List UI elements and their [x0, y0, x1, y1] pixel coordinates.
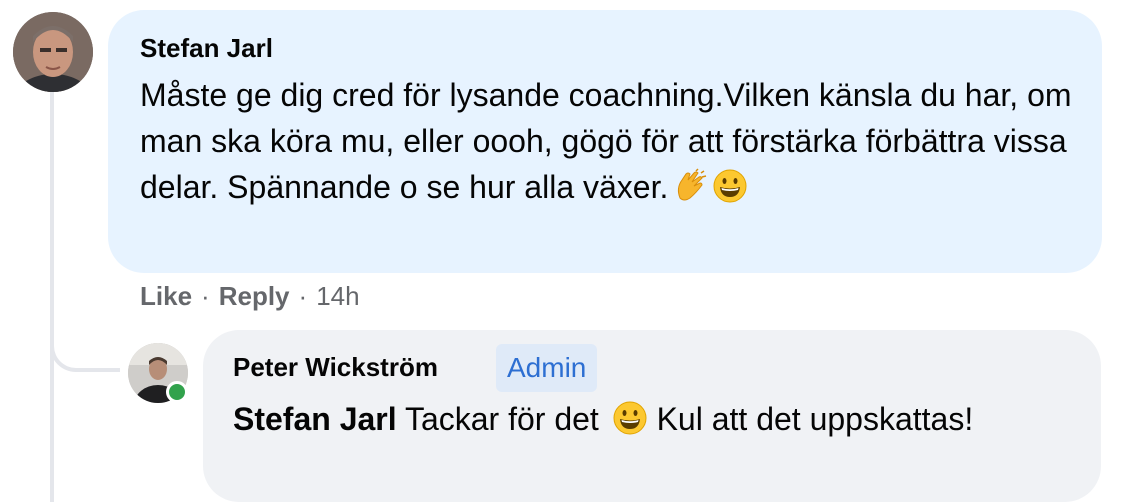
thread-branch-line: [50, 330, 120, 372]
grinning-face-icon: [712, 168, 748, 204]
comment-text: Måste ge dig cred för lysande coachning.…: [140, 72, 1080, 210]
reply-author-name[interactable]: Peter Wickström: [233, 352, 438, 383]
comment-timestamp[interactable]: 14h: [316, 281, 359, 311]
reply-body-part2: Kul att det uppskattas!: [656, 401, 974, 437]
clapping-hands-icon: [672, 168, 708, 204]
online-status-indicator: [166, 381, 188, 403]
mention-link[interactable]: Stefan Jarl: [233, 401, 397, 437]
grinning-face-icon: [612, 400, 648, 436]
reply-body-part1: Tackar för det: [404, 401, 599, 437]
comment-author-name[interactable]: Stefan Jarl: [140, 33, 273, 64]
separator: ·: [298, 281, 308, 311]
separator: ·: [201, 281, 210, 311]
reply-text: Stefan Jarl Tackar för det Kul att det u…: [233, 396, 1073, 442]
avatar-stefan-jarl[interactable]: [13, 12, 93, 92]
comment-actions: Like · Reply · 14h: [140, 280, 360, 312]
thread-line: [50, 92, 54, 502]
reply-button[interactable]: Reply: [219, 281, 290, 311]
admin-badge: Admin: [496, 344, 598, 392]
like-button[interactable]: Like: [140, 281, 192, 311]
comment-body: Måste ge dig cred för lysande coachning.…: [140, 77, 1072, 205]
